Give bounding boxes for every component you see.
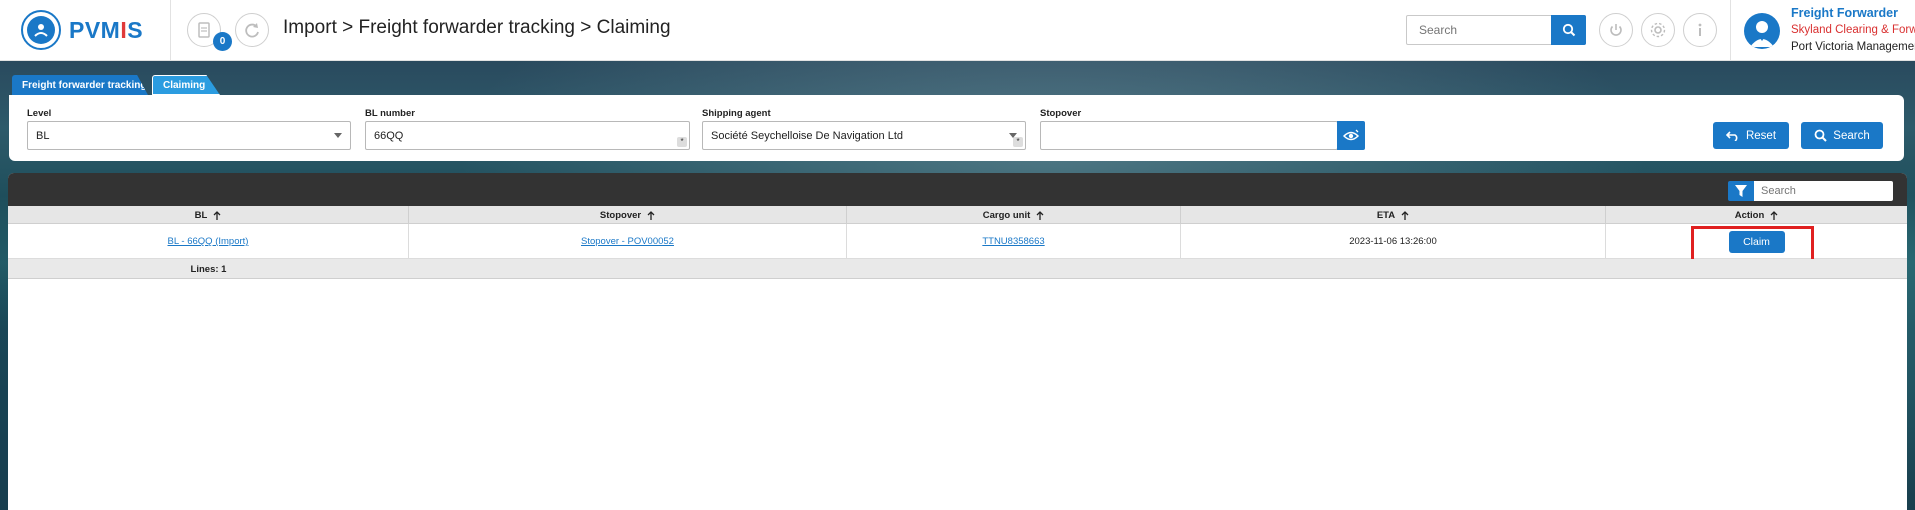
user-avatar[interactable] — [1744, 13, 1780, 49]
search-icon — [1562, 23, 1575, 37]
notification-count-badge: 0 — [213, 32, 232, 51]
sort-arrow-up-icon — [1770, 210, 1778, 220]
header-divider — [1730, 0, 1731, 61]
stopover-lookup-button[interactable] — [1337, 121, 1365, 150]
header-divider — [170, 0, 171, 61]
bl-number-value: 66QQ — [374, 129, 404, 142]
wildcard-icon[interactable]: * — [677, 137, 687, 147]
sort-arrow-up-icon — [1401, 210, 1409, 220]
grid-search-box — [1754, 181, 1893, 201]
grid-search-input[interactable] — [1754, 181, 1884, 201]
sort-arrow-up-icon — [1036, 210, 1044, 220]
cell-eta: 2023-11-06 13:26:00 — [1181, 224, 1606, 259]
bl-number-input[interactable]: 66QQ * — [365, 121, 690, 150]
user-company: Skyland Clearing & Forwarding — [1791, 24, 1915, 36]
tab-freight-forwarder-tracking[interactable]: Freight forwarder tracking — [12, 75, 148, 95]
logo-text: PVMIS — [69, 16, 144, 43]
filter-panel: Level BL BL number 66QQ * Shipping agent… — [9, 95, 1904, 161]
logo-emblem-icon — [21, 10, 61, 50]
wildcard-icon[interactable]: * — [1013, 137, 1023, 147]
sort-arrow-up-icon — [213, 210, 221, 220]
info-icon[interactable] — [1683, 13, 1717, 47]
cell-bl: BL - 66QQ (Import) — [8, 224, 409, 259]
bl-link[interactable]: BL - 66QQ (Import) — [168, 236, 249, 247]
settings-icon[interactable] — [1641, 13, 1675, 47]
chevron-down-icon — [334, 133, 342, 138]
stopover-label: Stopover — [1040, 108, 1082, 119]
header-search-button[interactable] — [1551, 15, 1586, 45]
level-label: Level — [27, 108, 52, 119]
level-select[interactable]: BL — [27, 121, 351, 150]
column-header-action[interactable]: Action — [1606, 206, 1907, 224]
shipping-agent-label: Shipping agent — [702, 108, 771, 119]
results-grid: BL Stopover Cargo unit ETA Action BL - 6… — [8, 173, 1907, 510]
power-icon[interactable] — [1599, 13, 1633, 47]
column-header-stopover[interactable]: Stopover — [409, 206, 847, 224]
refresh-icon[interactable] — [235, 13, 269, 47]
cell-stopover: Stopover - POV00052 — [409, 224, 847, 259]
column-header-cargo-unit[interactable]: Cargo unit — [847, 206, 1181, 224]
level-value: BL — [36, 129, 50, 142]
search-button-label: Search — [1833, 129, 1870, 142]
reset-button-label: Reset — [1745, 129, 1777, 142]
stopover-link[interactable]: Stopover - POV00052 — [581, 236, 674, 247]
grid-toolbar — [8, 173, 1907, 206]
reset-button[interactable]: Reset — [1713, 122, 1789, 149]
table-header: BL Stopover Cargo unit ETA Action — [8, 206, 1907, 224]
header-search-input[interactable] — [1407, 16, 1547, 44]
app-header: PVMIS 0 Import > Freight forwarder track… — [0, 0, 1915, 61]
pvmis-logo[interactable]: PVMIS — [21, 10, 143, 50]
lines-count: Lines: 1 — [190, 263, 227, 275]
breadcrumb: Import > Freight forwarder tracking > Cl… — [283, 17, 671, 38]
cell-cargo-unit: TTNU8358663 — [847, 224, 1181, 259]
column-header-eta[interactable]: ETA — [1181, 206, 1606, 224]
user-role: Freight Forwarder — [1791, 6, 1898, 20]
table-footer: Lines: 1 — [8, 259, 1907, 279]
search-icon — [1814, 129, 1827, 142]
bl-number-label: BL number — [365, 108, 415, 119]
eye-icon — [1343, 129, 1359, 140]
stopover-input[interactable] — [1040, 121, 1338, 150]
sort-arrow-up-icon — [647, 210, 655, 220]
search-button[interactable]: Search — [1801, 122, 1883, 149]
column-header-bl[interactable]: BL — [8, 206, 409, 224]
shipping-agent-value: Société Seychelloise De Navigation Ltd — [711, 129, 904, 142]
undo-icon — [1725, 131, 1738, 141]
user-organization: Port Victoria Management — [1791, 41, 1915, 53]
user-icon — [1750, 21, 1774, 47]
cargo-unit-link[interactable]: TTNU8358663 — [982, 236, 1044, 247]
shipping-agent-select[interactable]: Société Seychelloise De Navigation Ltd * — [702, 121, 1026, 150]
table-row: BL - 66QQ (Import) Stopover - POV00052 T… — [8, 224, 1907, 259]
claim-button-highlight — [1691, 226, 1814, 263]
filter-icon[interactable] — [1728, 181, 1754, 201]
